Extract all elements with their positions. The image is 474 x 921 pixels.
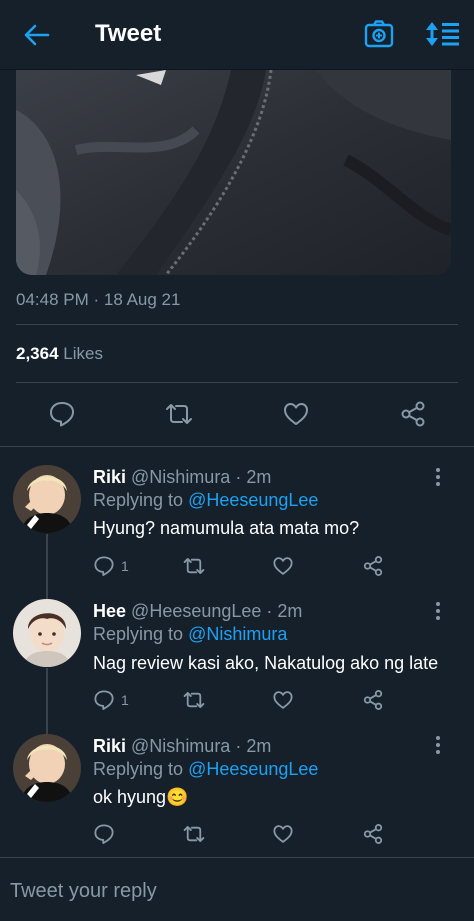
back-button[interactable]	[20, 18, 54, 52]
comment-icon	[50, 402, 74, 427]
share-button[interactable]	[362, 685, 384, 715]
comment-icon	[94, 690, 114, 710]
like-button[interactable]	[272, 819, 294, 849]
reply-author: Riki @Nishimura · 2m	[93, 467, 271, 488]
heart-icon	[284, 403, 308, 425]
more-options-button[interactable]	[428, 733, 448, 757]
retweet-icon	[183, 692, 205, 708]
heart-icon	[273, 825, 293, 843]
mention-link[interactable]: @HeeseungLee	[188, 490, 318, 510]
reply-author: Hee @HeeseungLee · 2m	[93, 601, 302, 622]
likes-number: 2,364	[16, 344, 59, 363]
reply-text: Nag review kasi ako, Nakatulog ako ng la…	[93, 653, 439, 673]
reply-text: ok hyung😊	[93, 787, 189, 807]
avatar[interactable]	[13, 465, 81, 533]
reply-button[interactable]	[93, 819, 121, 849]
mention-link[interactable]: @HeeseungLee	[188, 759, 318, 779]
more-options-button[interactable]	[428, 465, 448, 489]
heart-icon	[273, 557, 293, 575]
share-icon	[401, 401, 425, 427]
display-name[interactable]: Riki	[93, 736, 126, 756]
likes-count[interactable]: 2,364 Likes	[16, 344, 103, 364]
retweet-button[interactable]	[182, 819, 206, 849]
tweet-timestamp: 04:48 PM · 18 Aug 21	[16, 290, 181, 309]
more-options-button[interactable]	[428, 599, 448, 623]
avatar[interactable]	[13, 599, 81, 667]
more-vertical-icon	[436, 468, 440, 486]
camera-button[interactable]	[362, 17, 396, 51]
page-title: Tweet	[95, 20, 162, 47]
reply-action-bar: 1	[0, 685, 474, 715]
heart-icon	[273, 691, 293, 709]
reply-count: 1	[121, 558, 129, 574]
arrow-left-icon	[24, 24, 50, 46]
like-button[interactable]	[272, 685, 294, 715]
tweet-action-bar	[0, 393, 474, 435]
avatar[interactable]	[13, 734, 81, 802]
sort-icon	[426, 22, 459, 46]
reply-action-bar: 1	[0, 551, 474, 581]
top-bar: Tweet	[0, 0, 474, 70]
reply-button[interactable]: 1	[93, 685, 129, 715]
reply-button[interactable]: 1	[93, 551, 129, 581]
share-icon	[363, 690, 383, 710]
replying-to: Replying to @HeeseungLee	[93, 759, 318, 780]
jacket-image	[16, 70, 451, 275]
more-vertical-icon	[436, 736, 440, 754]
handle-time: @Nishimura · 2m	[131, 467, 272, 487]
replying-label: Replying to	[93, 624, 184, 644]
mention-link[interactable]: @Nishimura	[188, 624, 287, 644]
display-name[interactable]: Hee	[93, 601, 126, 621]
tweet-photo[interactable]	[16, 70, 451, 275]
like-button[interactable]	[281, 399, 311, 429]
share-icon	[363, 556, 383, 576]
reply-text: Hyung? namumula ata mata mo?	[93, 518, 360, 538]
retweet-button[interactable]	[182, 685, 206, 715]
replying-label: Replying to	[93, 490, 184, 510]
more-vertical-icon	[436, 602, 440, 620]
share-button[interactable]	[362, 551, 384, 581]
reply-input[interactable]	[10, 876, 450, 906]
share-button[interactable]	[398, 399, 428, 429]
display-name[interactable]: Riki	[93, 467, 126, 487]
divider	[16, 382, 458, 383]
reply-count: 1	[121, 692, 129, 708]
replying-to: Replying to @HeeseungLee	[93, 490, 318, 511]
camera-icon	[364, 20, 394, 48]
retweet-icon	[166, 404, 192, 424]
retweet-icon	[183, 558, 205, 574]
like-button[interactable]	[272, 551, 294, 581]
replying-to: Replying to @Nishimura	[93, 624, 287, 645]
retweet-button[interactable]	[164, 399, 194, 429]
divider	[0, 446, 474, 447]
comment-icon	[94, 824, 114, 844]
sort-button[interactable]	[424, 17, 462, 51]
handle-time: @HeeseungLee · 2m	[131, 601, 303, 621]
retweet-button[interactable]	[182, 551, 206, 581]
share-button[interactable]	[362, 819, 384, 849]
reply-button[interactable]	[47, 399, 77, 429]
retweet-icon	[183, 826, 205, 842]
share-icon	[363, 824, 383, 844]
likes-label: Likes	[63, 344, 103, 363]
divider	[16, 324, 458, 325]
reply-action-bar	[0, 819, 474, 849]
reply-author: Riki @Nishimura · 2m	[93, 736, 271, 757]
comment-icon	[94, 556, 114, 576]
replying-label: Replying to	[93, 759, 184, 779]
reply-composer	[0, 857, 474, 921]
handle-time: @Nishimura · 2m	[131, 736, 272, 756]
